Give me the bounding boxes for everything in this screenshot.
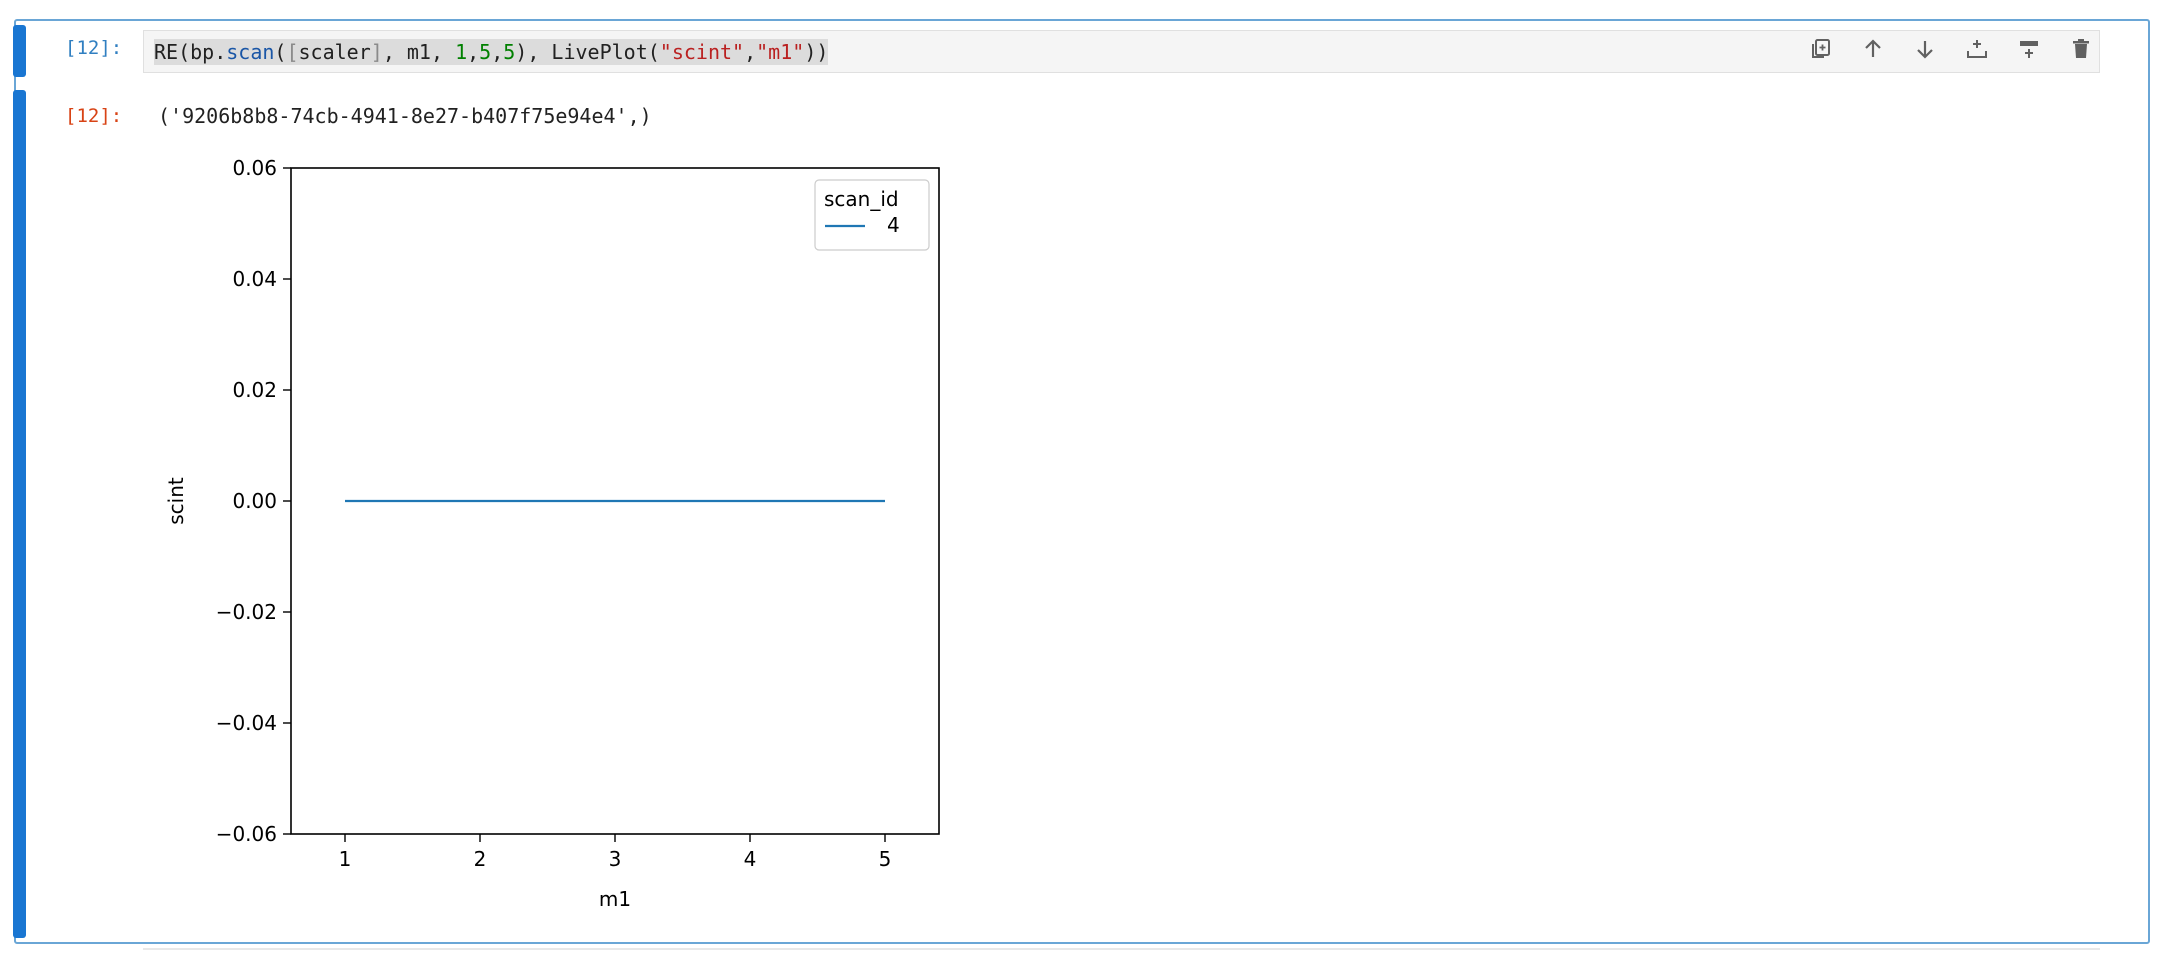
code-token: , m1,	[382, 40, 456, 64]
output-collapser[interactable]	[13, 90, 26, 938]
duplicate-cell-button[interactable]	[1795, 30, 1847, 68]
x-tick-label: 3	[609, 847, 622, 871]
cell-toolbar	[1795, 30, 2107, 68]
y-tick-label: 0.04	[232, 267, 277, 291]
delete-cell-button[interactable]	[2055, 30, 2107, 68]
y-axis-label: scint	[164, 477, 188, 525]
x-tick-label: 1	[339, 847, 352, 871]
arrow-down-icon	[1917, 41, 1933, 59]
code-token: [	[286, 40, 299, 64]
code-token: ))	[804, 40, 829, 64]
code-line[interactable]: RE(bp.scan([scaler], m1, 1,5,5), LivePlo…	[154, 39, 829, 65]
code-token: "m1"	[756, 40, 805, 64]
trash-icon	[2073, 39, 2089, 58]
insert-above-icon	[1967, 40, 1987, 58]
move-cell-up-button[interactable]	[1847, 30, 1899, 68]
cell-divider	[143, 948, 2100, 950]
legend-entry: 4	[887, 213, 900, 237]
code-token: 1	[455, 40, 468, 64]
x-tick-label: 4	[744, 847, 757, 871]
insert-cell-below-button[interactable]	[2003, 30, 2055, 68]
code-token: (	[274, 40, 287, 64]
code-token: 5	[479, 40, 492, 64]
x-tick-label: 2	[474, 847, 487, 871]
code-token: scaler	[298, 40, 371, 64]
x-axis-label: m1	[599, 887, 631, 911]
code-token: ,	[467, 40, 480, 64]
y-tick-label: 0.00	[232, 489, 277, 513]
input-collapser[interactable]	[13, 25, 26, 77]
code-token: scan	[226, 40, 275, 64]
copy-icon	[1812, 39, 1830, 58]
insert-cell-above-button[interactable]	[1951, 30, 2003, 68]
insert-below-icon	[2020, 41, 2038, 58]
code-token: ,	[491, 40, 504, 64]
arrow-up-icon	[1865, 39, 1881, 57]
code-token: RE(bp.	[154, 40, 227, 64]
output-text: ('9206b8b8-74cb-4941-8e27-b407f75e94e4',…	[158, 104, 652, 128]
x-tick-label: 5	[879, 847, 892, 871]
y-tick-label: −0.06	[216, 822, 277, 846]
output-prompt: [12]:	[65, 105, 123, 127]
y-tick-label: −0.04	[216, 711, 277, 735]
input-prompt: [12]:	[65, 37, 123, 59]
liveplot-chart: −0.06 −0.04 −0.02 0.00 0.02 0.04 0.06 1 2 3 4 5 m1 sc…	[164, 156, 940, 911]
code-token: ), LivePlot(	[515, 40, 660, 64]
y-tick-label: 0.06	[232, 156, 277, 180]
code-token: 5	[503, 40, 516, 64]
code-token: "scint"	[659, 40, 745, 64]
code-token: ]	[370, 40, 383, 64]
code-token: ,	[744, 40, 757, 64]
legend-title: scan_id	[824, 187, 899, 211]
move-cell-down-button[interactable]	[1899, 30, 1951, 68]
y-tick-label: −0.02	[216, 600, 277, 624]
y-tick-label: 0.02	[232, 378, 277, 402]
